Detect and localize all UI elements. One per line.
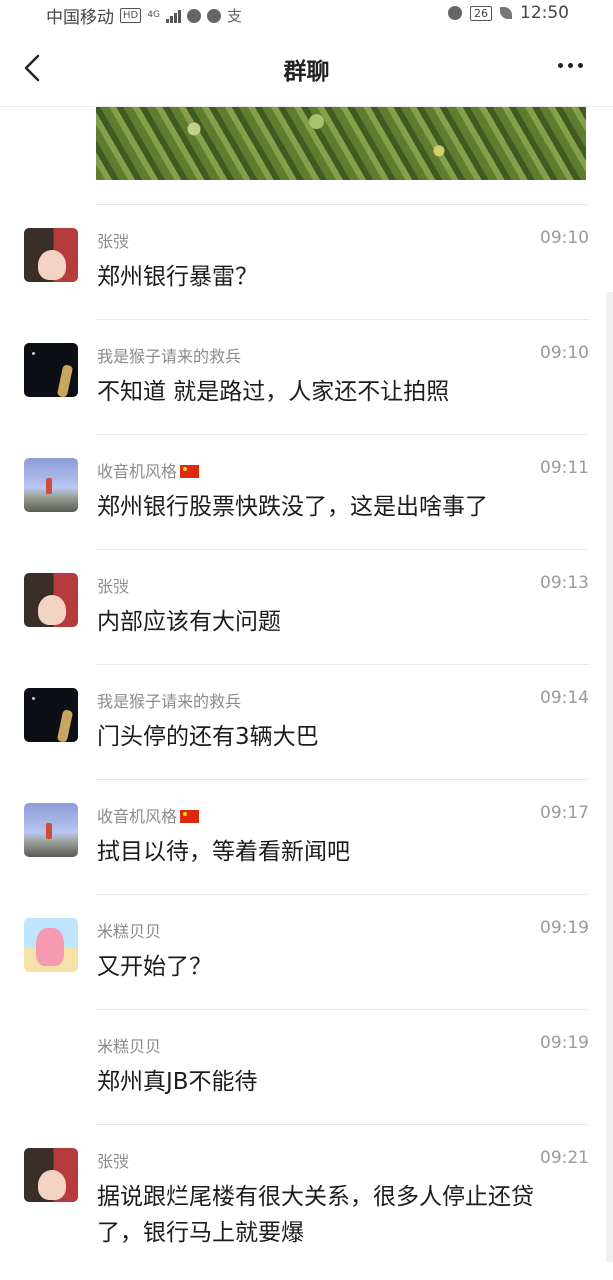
signal-icon bbox=[165, 9, 181, 23]
avatar[interactable] bbox=[24, 343, 78, 397]
alarm-icon bbox=[448, 6, 462, 20]
sender-name-text: 张弢 bbox=[97, 1152, 130, 1171]
sender-name: 张弢 bbox=[97, 573, 129, 597]
message-item[interactable]: 张弢 09:21 据说跟烂尾楼有很大关系，很多人停止还贷了，银行马上就要爆 bbox=[0, 1125, 613, 1265]
message-text: 又开始了？ bbox=[97, 954, 212, 980]
sender-name: 张弢 bbox=[97, 1148, 129, 1172]
message-time: 09:13 bbox=[540, 573, 589, 593]
more-dot bbox=[578, 63, 583, 68]
sender-name-text: 张弢 bbox=[97, 232, 130, 251]
avatar[interactable] bbox=[24, 918, 78, 972]
message-time: 09:10 bbox=[540, 343, 589, 363]
sender-name-text: 米糕贝贝 bbox=[97, 922, 162, 941]
hd-badge: HD bbox=[120, 8, 142, 23]
battery-icon: 26 bbox=[470, 5, 492, 21]
message-text: 据说跟烂尾楼有很大关系，很多人停止还贷了，银行马上就要爆 bbox=[97, 1184, 534, 1246]
message-time: 09:19 bbox=[540, 918, 589, 938]
sender-name-text: 米糕贝贝 bbox=[97, 1037, 162, 1056]
message-item[interactable]: 张弢 09:10 郑州银行暴雷？ bbox=[0, 205, 613, 320]
alipay-icon: 支 bbox=[226, 6, 242, 25]
image-message-plants[interactable] bbox=[96, 107, 586, 180]
leaf-icon bbox=[500, 7, 512, 19]
message-text: 拭目以待，等着看新闻吧 bbox=[97, 839, 350, 865]
sender-name-text: 张弢 bbox=[97, 577, 130, 596]
message-text: 郑州银行股票快跌没了，这是出啥事了 bbox=[97, 494, 488, 520]
avatar[interactable] bbox=[24, 228, 78, 282]
message-item[interactable]: 米糕贝贝 09:19 郑州真JB不能待 bbox=[0, 1010, 613, 1125]
avatar[interactable] bbox=[24, 458, 78, 512]
compass-icon bbox=[206, 8, 221, 23]
sender-name-text: 收音机风格 bbox=[97, 462, 178, 481]
message-time: 09:21 bbox=[540, 1148, 589, 1168]
message-text: 郑州银行暴雷？ bbox=[97, 264, 258, 290]
network-type: 4G bbox=[147, 10, 160, 20]
carrier-name: 中国移动 bbox=[46, 8, 114, 28]
message-item[interactable]: 我是猴子请来的救兵 09:14 门头停的还有3辆大巴 bbox=[0, 665, 613, 780]
message-time: 09:19 bbox=[540, 1033, 589, 1053]
sender-name-text: 我是猴子请来的救兵 bbox=[97, 692, 242, 711]
message-text: 不知道 就是路过，人家还不让拍照 bbox=[97, 379, 450, 405]
message-time: 09:17 bbox=[540, 803, 589, 823]
message-text: 郑州真JB不能待 bbox=[97, 1069, 258, 1095]
message-item[interactable]: 张弢 09:13 内部应该有大问题 bbox=[0, 550, 613, 665]
message-text: 内部应该有大问题 bbox=[97, 609, 281, 635]
china-flag-icon bbox=[180, 465, 200, 478]
status-bar-right: 26 12:50 bbox=[448, 3, 569, 23]
clock-time: 12:50 bbox=[520, 3, 569, 23]
sender-name: 收音机风格 bbox=[97, 803, 200, 827]
message-time: 09:11 bbox=[540, 458, 589, 478]
message-item[interactable]: 米糕贝贝 09:19 又开始了？ bbox=[0, 895, 613, 1010]
sender-name-text: 我是猴子请来的救兵 bbox=[97, 347, 242, 366]
message-item[interactable]: 收音机风格 09:11 郑州银行股票快跌没了，这是出啥事了 bbox=[0, 435, 613, 550]
avatar[interactable] bbox=[24, 688, 78, 742]
message-text: 门头停的还有3辆大巴 bbox=[97, 724, 319, 750]
sender-name: 收音机风格 bbox=[97, 458, 200, 482]
message-item[interactable]: 收音机风格 09:17 拭目以待，等着看新闻吧 bbox=[0, 780, 613, 895]
sender-name: 米糕贝贝 bbox=[97, 1033, 161, 1057]
wechat-icon bbox=[186, 8, 201, 23]
avatar[interactable] bbox=[24, 1148, 78, 1202]
sender-name: 米糕贝贝 bbox=[97, 918, 161, 942]
nav-bar: 群聊 bbox=[0, 30, 613, 107]
bottom-area bbox=[0, 1262, 613, 1280]
china-flag-icon bbox=[180, 810, 200, 823]
sender-name: 我是猴子请来的救兵 bbox=[97, 688, 241, 712]
avatar[interactable] bbox=[24, 803, 78, 857]
sender-name: 张弢 bbox=[97, 228, 129, 252]
status-bar-left: 中国移动 HD 4G 支 bbox=[46, 3, 242, 28]
message-time: 09:14 bbox=[540, 688, 589, 708]
message-item[interactable]: 我是猴子请来的救兵 09:10 不知道 就是路过，人家还不让拍照 bbox=[0, 320, 613, 435]
more-dot bbox=[568, 63, 573, 68]
sender-name: 我是猴子请来的救兵 bbox=[97, 343, 241, 367]
sender-name-text: 收音机风格 bbox=[97, 807, 178, 826]
avatar[interactable] bbox=[24, 573, 78, 627]
more-dots-icon bbox=[558, 63, 563, 68]
status-bar: 中国移动 HD 4G 支 26 12:50 bbox=[0, 0, 613, 30]
more-button[interactable] bbox=[558, 63, 583, 68]
page-title: 群聊 bbox=[283, 59, 330, 85]
message-time: 09:10 bbox=[540, 228, 589, 248]
